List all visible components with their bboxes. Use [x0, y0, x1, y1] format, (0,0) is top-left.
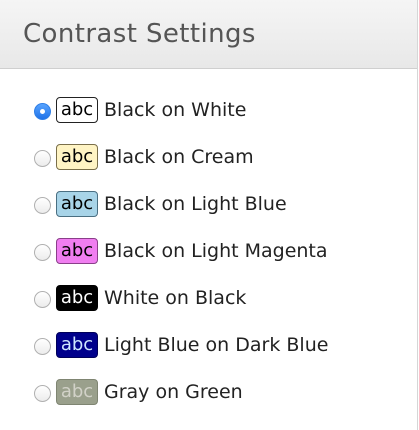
option-label: Light Blue on Dark Blue	[104, 333, 329, 356]
radio-button[interactable]	[34, 243, 51, 261]
contrast-option-black-on-light-magenta[interactable]: abc Black on Light Magenta	[0, 227, 417, 274]
contrast-option-black-on-light-blue[interactable]: abc Black on Light Blue	[0, 180, 417, 227]
radio-button[interactable]	[34, 102, 51, 120]
contrast-option-white-on-black[interactable]: abc White on Black	[0, 274, 417, 321]
contrast-option-light-blue-on-dark-blue[interactable]: abc Light Blue on Dark Blue	[0, 321, 417, 368]
radio-button[interactable]	[34, 337, 51, 355]
panel-title: Contrast Settings	[23, 19, 256, 49]
option-label: Gray on Green	[104, 380, 243, 403]
option-label: Black on White	[104, 98, 247, 121]
radio-button[interactable]	[34, 149, 51, 167]
contrast-settings-panel: Contrast Settings abc Black on White abc…	[0, 0, 418, 430]
radio-button[interactable]	[34, 290, 51, 308]
contrast-option-gray-on-green[interactable]: abc Gray on Green	[0, 368, 417, 415]
contrast-option-black-on-white[interactable]: abc Black on White	[0, 86, 417, 133]
contrast-options-list: abc Black on White abc Black on Cream ab…	[0, 86, 417, 415]
swatch-preview: abc	[56, 378, 98, 405]
swatch-preview: abc	[56, 284, 98, 311]
radio-button[interactable]	[34, 384, 51, 402]
option-label: Black on Light Magenta	[104, 239, 328, 262]
option-label: White on Black	[104, 286, 247, 309]
contrast-option-black-on-cream[interactable]: abc Black on Cream	[0, 133, 417, 180]
swatch-preview: abc	[56, 331, 98, 358]
swatch-preview: abc	[56, 96, 98, 123]
swatch-preview: abc	[56, 237, 98, 264]
option-label: Black on Cream	[104, 145, 254, 168]
option-label: Black on Light Blue	[104, 192, 287, 215]
swatch-preview: abc	[56, 143, 98, 170]
radio-button[interactable]	[34, 196, 51, 214]
swatch-preview: abc	[56, 190, 98, 217]
panel-header: Contrast Settings	[0, 0, 417, 69]
